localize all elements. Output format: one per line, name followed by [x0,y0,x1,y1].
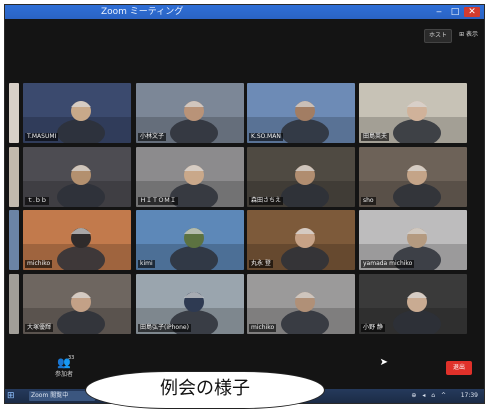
participant-tile[interactable]: 田島英夫 [359,83,467,143]
meeting-top-bar: ホスト ⊞ 表示 [5,19,484,55]
participant-tile[interactable]: kimi [136,210,244,270]
leave-button[interactable]: 退出 [446,361,472,375]
participant-tile[interactable]: 森田さちえ [247,147,355,207]
windows-start-icon[interactable]: ⊞ [7,391,17,401]
participant-name: 丸永 登 [249,260,273,268]
participant-tile[interactable]: michiko [247,274,355,334]
zoom-window: Zoom ミーティング ‒ □ ✕ ホスト ⊞ 表示 T.MASUMI 小林文子 K… [4,4,485,404]
participant-name: michiko [249,324,277,332]
participant-tile[interactable]: 大塚優輝 [23,274,131,334]
title-bar: Zoom ミーティング ‒ □ ✕ [5,5,484,19]
participant-name: 田島弘子(iPhone) [138,324,191,332]
system-tray[interactable]: ⊕ ◂ ⌂ ^ [411,391,448,401]
participant-tile[interactable]: sho [359,147,467,207]
mouse-cursor-icon: ➤ [379,357,388,368]
participant-name: 田島英夫 [361,133,390,141]
participant-tile[interactable]: michiko [23,210,131,270]
view-toggle[interactable]: ⊞ 表示 [459,29,478,41]
close-button[interactable]: ✕ [464,7,480,17]
participant-name: yamada michiko [361,260,415,268]
participant-tile-cropped[interactable] [9,83,19,143]
host-pill[interactable]: ホスト [423,29,452,43]
minimize-button[interactable]: ‒ [432,7,446,17]
participant-name: sho [361,197,376,205]
photo-caption: 例会の様子 [85,371,325,409]
participants-count: 33 [68,355,75,361]
participant-tile[interactable]: yamada michiko [359,210,467,270]
participant-tile[interactable]: 小野 静 [359,274,467,334]
participant-name: T.MASUMI [25,133,59,141]
participant-name: ｔ.ｂｂ [25,197,49,205]
participant-tile-cropped[interactable] [9,210,19,270]
participant-tile-cropped[interactable] [9,147,19,207]
maximize-button[interactable]: □ [448,7,462,17]
participant-name: 小林文子 [138,133,167,141]
participant-name: michiko [25,260,53,268]
participant-tile[interactable]: T.MASUMI [23,83,131,143]
participant-tile[interactable]: ｔ.ｂｂ [23,147,131,207]
participant-tile[interactable]: ＨＩＴＯＭＩ [136,147,244,207]
participant-tile[interactable]: 田島弘子(iPhone) [136,274,244,334]
participant-name: K.SO.MAN [249,133,283,141]
participant-name: kimi [138,260,155,268]
participants-button[interactable]: 👥 33 参加者 [51,355,77,378]
participant-name: 大塚優輝 [25,324,54,332]
participant-name: 小野 静 [361,324,385,332]
participant-tile[interactable]: 小林文子 [136,83,244,143]
window-title: Zoom ミーティング [101,7,184,17]
participant-name: ＨＩＴＯＭＩ [138,197,179,205]
participant-tile[interactable]: K.SO.MAN [247,83,355,143]
participant-name: 森田さちえ [249,197,284,205]
participant-tile-cropped[interactable] [9,274,19,334]
participants-label: 参加者 [54,371,73,378]
taskbar-clock: 17:39 [460,392,478,399]
participant-tile[interactable]: 丸永 登 [247,210,355,270]
